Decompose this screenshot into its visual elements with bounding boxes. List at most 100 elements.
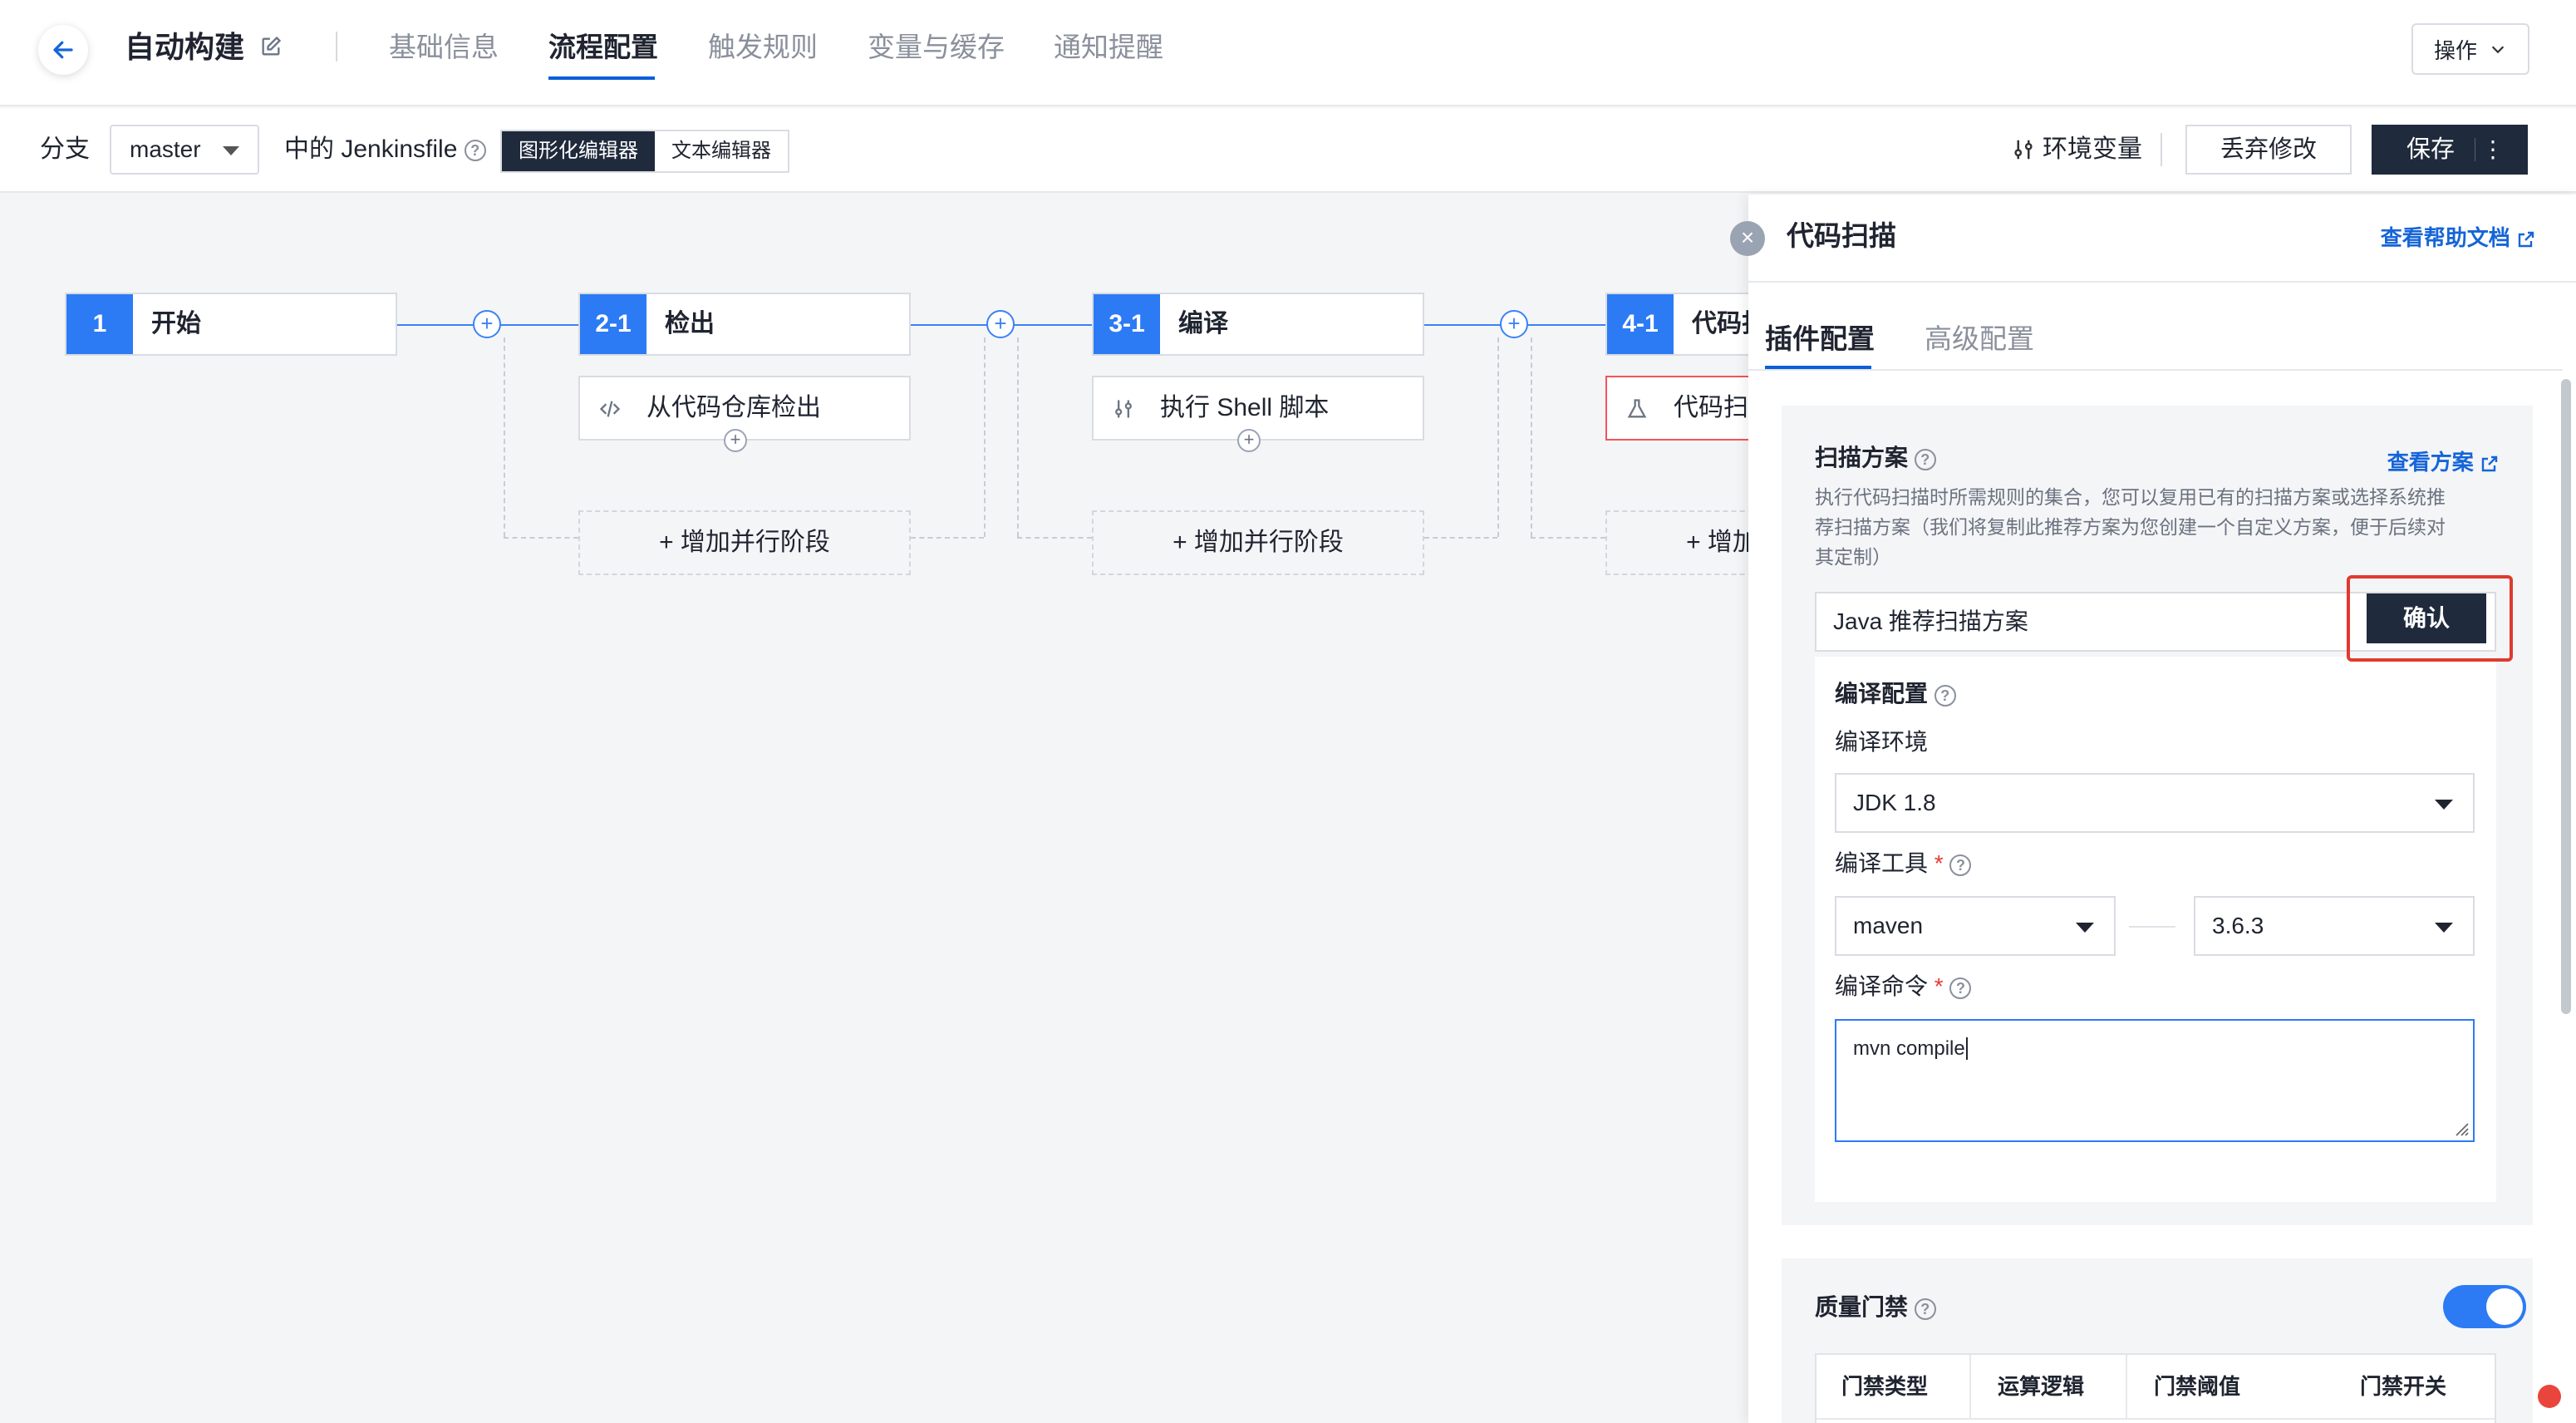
edit-icon[interactable] (259, 35, 283, 58)
help-icon[interactable]: ? (1949, 977, 1972, 999)
column-divider (2126, 1355, 2127, 1418)
branch-select[interactable]: master (110, 125, 259, 175)
parallel-connector (984, 337, 986, 537)
view-plan-link[interactable]: 查看方案 (2387, 447, 2500, 477)
compile-cmd-label: 编译命令 * ? (1835, 971, 1972, 1002)
stage-start[interactable]: 1 开始 (65, 293, 397, 356)
parallel-connector (1017, 537, 1092, 539)
add-step-button[interactable]: + (724, 429, 747, 452)
step-checkout[interactable]: 从代码仓库检出 (578, 376, 911, 441)
jenkinsfile-label: 中的 Jenkinsfile ? (284, 133, 486, 166)
scrollbar-thumb[interactable] (2561, 379, 2571, 1014)
help-icon[interactable]: ? (1934, 684, 1956, 707)
caret-down-icon (2076, 923, 2094, 933)
tab-notifications[interactable]: 通知提醒 (1054, 27, 1163, 68)
flask-icon (1627, 399, 1647, 418)
compile-config-title: 编译配置 ? (1835, 678, 1956, 710)
save-button[interactable]: 保存 ⋮ (2372, 125, 2528, 175)
help-icon[interactable]: ? (1914, 1297, 1936, 1320)
compile-env-select[interactable]: JDK 1.8 (1835, 773, 2475, 833)
tab-variables-cache[interactable]: 变量与缓存 (868, 27, 1005, 68)
caret-down-icon (223, 146, 239, 155)
add-stage-button[interactable]: + (473, 310, 501, 338)
tab-trigger-rules[interactable]: 触发规则 (708, 27, 818, 68)
stage-checkout[interactable]: 2-1 检出 (578, 293, 911, 356)
quality-gate-toggle[interactable] (2443, 1285, 2526, 1328)
parallel-connector (1531, 537, 1605, 539)
help-icon[interactable]: ? (1914, 448, 1936, 470)
tab-flow-config[interactable]: 流程配置 (548, 27, 658, 68)
parallel-connector (911, 537, 984, 539)
resize-handle-icon[interactable] (2451, 1119, 2470, 1137)
table-header: 门禁开关 (2360, 1374, 2447, 1399)
stage-compile[interactable]: 3-1 编译 (1092, 293, 1424, 356)
add-parallel-stage-button[interactable]: + 增加并行阶段 (1605, 510, 1748, 575)
parallel-connector (1017, 337, 1019, 537)
add-step-button[interactable]: + (1237, 429, 1261, 452)
add-parallel-stage-button[interactable]: + 增加并行阶段 (578, 510, 911, 575)
quality-gate-table: 门禁类型 运算逻辑 门禁阈值 门禁开关 (1815, 1353, 2496, 1423)
more-vertical-icon[interactable]: ⋮ (2481, 125, 2505, 175)
step-label: 从代码仓库检出 (646, 394, 821, 421)
tab-advanced-config[interactable]: 高级配置 (1925, 321, 2034, 357)
notification-dot (2538, 1385, 2561, 1408)
stage-name: 检出 (665, 310, 715, 337)
scan-plan-title-text: 扫描方案 (1815, 445, 1909, 470)
text-cursor (1965, 1037, 1968, 1060)
chevron-down-icon (2491, 46, 2505, 54)
compile-tool-select[interactable]: maven (1835, 896, 2116, 956)
tool-version-value: 3.6.3 (2212, 913, 2264, 938)
compile-cmd-label-text: 编译命令 (1835, 973, 1929, 999)
step-label: 代码扫描 (1674, 394, 1748, 421)
scan-plan-description: 执行代码扫描时所需规则的集合，您可以复用已有的扫描方案或选择系统推 荐扫描方案（… (1815, 482, 2505, 572)
compile-cmd-textarea[interactable]: mvn compile (1835, 1019, 2475, 1142)
graphic-editor-button[interactable]: 图形化编辑器 (502, 131, 655, 171)
text-editor-button[interactable]: 文本编辑器 (655, 131, 788, 171)
jenkinsfile-text: 中的 Jenkinsfile (284, 135, 458, 163)
add-parallel-stage-button[interactable]: + 增加并行阶段 (1092, 510, 1424, 575)
compile-env-label: 编译环境 (1835, 729, 1929, 755)
help-doc-link[interactable]: 查看帮助文档 (2381, 223, 2536, 253)
compile-config-title-text: 编译配置 (1835, 681, 1929, 707)
operations-label: 操作 (2433, 37, 2477, 63)
caret-down-icon (2435, 923, 2453, 933)
code-icon (599, 401, 621, 417)
add-stage-button[interactable]: + (986, 310, 1015, 338)
compile-tool-label: 编译工具 * ? (1835, 848, 1972, 879)
operations-dropdown[interactable]: 操作 (2411, 23, 2529, 75)
description-line: 荐扫描方案（我们将复制此推荐方案为您创建一个自定义方案，便于后续对 (1815, 516, 2446, 538)
confirm-button[interactable]: 确认 (2367, 593, 2486, 643)
discard-changes-button[interactable]: 丢弃修改 (2185, 125, 2352, 175)
add-stage-button[interactable]: + (1500, 310, 1528, 338)
stage-name: 开始 (151, 310, 201, 337)
arrow-left-icon (53, 41, 73, 59)
help-doc-label: 查看帮助文档 (2380, 225, 2510, 250)
sliders-icon (1115, 400, 1132, 418)
stage-code-scan[interactable]: 4-1 代码扫描 (1605, 293, 1748, 356)
required-mark: * (1934, 973, 1944, 999)
back-button[interactable] (38, 25, 88, 75)
divider (1748, 369, 2563, 371)
tool-version-select[interactable]: 3.6.3 (2194, 896, 2475, 956)
parallel-connector (1497, 337, 1499, 537)
tab-plugin-config[interactable]: 插件配置 (1765, 321, 1875, 357)
editor-mode-switch: 图形化编辑器 文本编辑器 (500, 130, 789, 173)
help-icon[interactable]: ? (464, 140, 486, 162)
close-panel-button[interactable]: × (1730, 221, 1765, 256)
parallel-connector (1424, 537, 1497, 539)
description-line: 执行代码扫描时所需规则的集合，您可以复用已有的扫描方案或选择系统推 (1815, 486, 2446, 508)
view-plan-label: 查看方案 (2387, 450, 2474, 475)
step-code-scan[interactable]: 代码扫描 (1605, 376, 1748, 441)
tab-basic-info[interactable]: 基础信息 (389, 27, 499, 68)
quality-gate-title-text: 质量门禁 (1815, 1294, 1909, 1320)
stage-name: 代码扫描 (1692, 310, 1748, 337)
env-variables-button[interactable]: 环境变量 (2011, 133, 2142, 166)
stage-number: 4-1 (1607, 294, 1674, 354)
help-icon[interactable]: ? (1949, 854, 1972, 876)
branch-value: master (130, 136, 201, 162)
divider (336, 32, 337, 62)
stage-number: 2-1 (580, 294, 646, 354)
sliders-icon (2014, 140, 2033, 160)
step-shell-script[interactable]: 执行 Shell 脚本 (1092, 376, 1424, 441)
compile-cmd-value: mvn compile (1853, 1037, 1965, 1060)
